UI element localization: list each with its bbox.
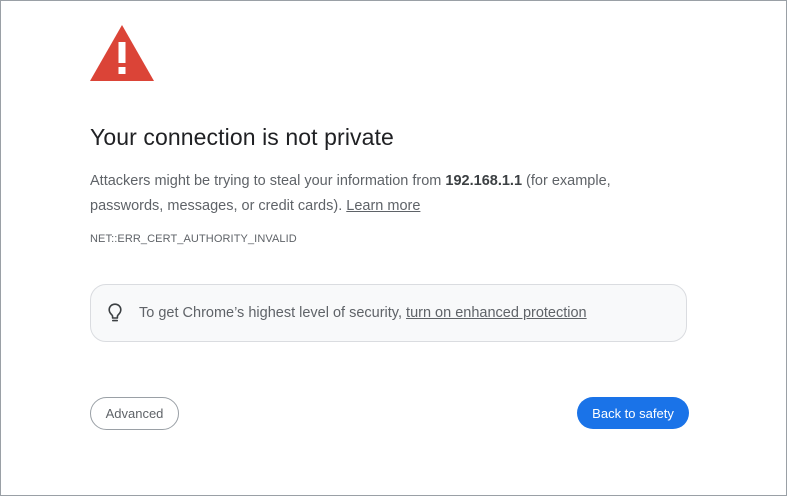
interstitial-page: Your connection is not private Attackers…: [0, 0, 787, 496]
advanced-button[interactable]: Advanced: [90, 397, 179, 430]
back-to-safety-button[interactable]: Back to safety: [577, 397, 689, 429]
host-address: 192.168.1.1: [445, 173, 523, 189]
learn-more-link[interactable]: Learn more: [346, 198, 420, 214]
lightbulb-icon: [107, 302, 123, 324]
tip-text: To get Chrome’s highest level of securit…: [139, 305, 587, 321]
message-prefix: Attackers might be trying to steal your …: [90, 173, 446, 189]
warning-message: Attackers might be trying to steal your …: [90, 169, 660, 219]
enhanced-protection-tip: To get Chrome’s highest level of securit…: [90, 284, 687, 342]
tip-prefix: To get Chrome’s highest level of securit…: [139, 305, 407, 321]
page-title: Your connection is not private: [90, 124, 394, 150]
error-code: NET::ERR_CERT_AUTHORITY_INVALID: [90, 233, 297, 245]
warning-triangle-icon: [90, 25, 154, 81]
enhanced-protection-link[interactable]: turn on enhanced protection: [406, 305, 587, 321]
